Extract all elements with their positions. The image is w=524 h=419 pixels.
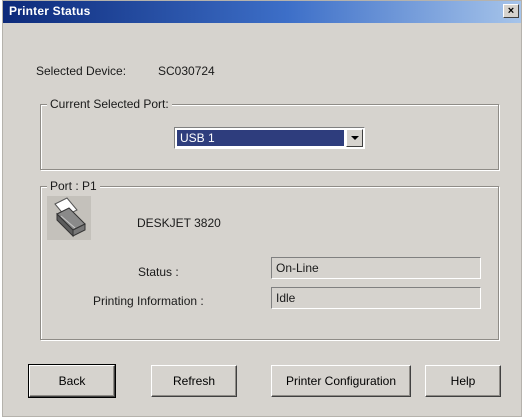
refresh-button[interactable]: Refresh xyxy=(151,365,237,397)
selected-device-label: Selected Device: xyxy=(36,64,127,78)
close-button[interactable]: × xyxy=(503,4,519,18)
window-title: Printer Status xyxy=(9,4,91,18)
close-icon: × xyxy=(507,5,515,17)
printer-icon xyxy=(47,196,91,240)
current-port-group: Current Selected Port: USB 1 xyxy=(40,97,499,170)
printer-status-window: Printer Status × Selected Device: SC0307… xyxy=(2,0,522,417)
chevron-down-icon xyxy=(351,136,359,140)
printer-configuration-button[interactable]: Printer Configuration xyxy=(271,365,411,397)
dropdown-button[interactable] xyxy=(346,129,363,147)
title-bar[interactable]: Printer Status × xyxy=(3,1,521,23)
port-select-value: USB 1 xyxy=(177,130,344,146)
status-field: On-Line xyxy=(271,257,481,279)
port-legend: Port : P1 xyxy=(47,179,100,193)
printing-information-label: Printing Information : xyxy=(93,294,204,308)
status-label: Status : xyxy=(138,265,179,279)
back-button[interactable]: Back xyxy=(28,364,116,398)
selected-device-value: SC030724 xyxy=(158,64,215,78)
printing-information-field: Idle xyxy=(271,287,481,309)
help-button[interactable]: Help xyxy=(425,365,501,397)
current-port-legend: Current Selected Port: xyxy=(47,97,172,111)
port-select[interactable]: USB 1 xyxy=(174,127,365,149)
printer-name: DESKJET 3820 xyxy=(137,216,221,230)
